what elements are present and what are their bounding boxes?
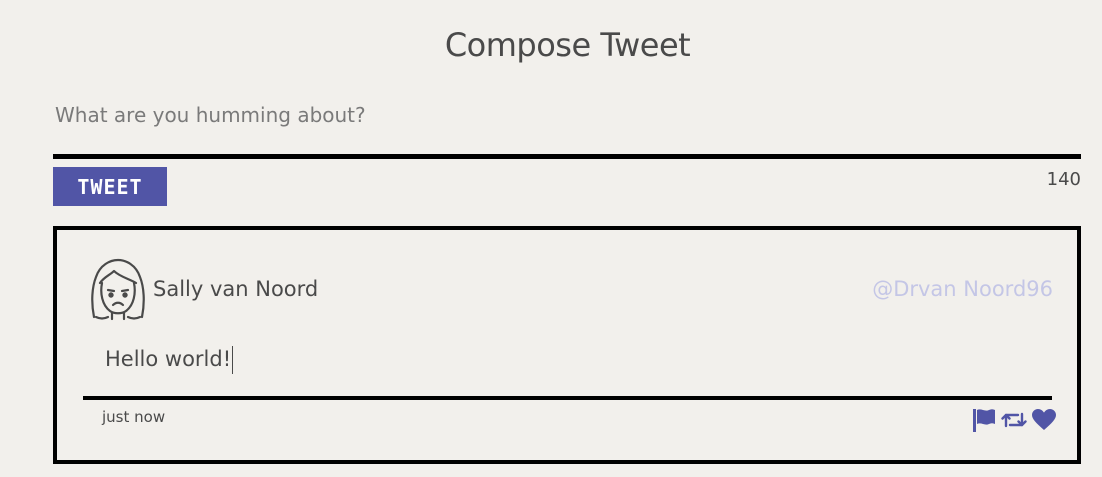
tweet-card: Sally van Noord @Drvan Noord96 Hello wor… <box>53 226 1081 464</box>
tweet-actions <box>971 408 1057 432</box>
tweet-compose-input[interactable] <box>55 95 1075 135</box>
flag-icon[interactable] <box>971 408 997 432</box>
tweet-text: Hello world! <box>105 347 232 371</box>
tweet-button[interactable]: TWEET <box>53 167 167 206</box>
retweet-icon[interactable] <box>1001 408 1027 432</box>
text-cursor <box>232 346 234 374</box>
character-count: 140 <box>1046 169 1081 190</box>
tweet-text-block: Hello world! <box>105 346 234 374</box>
compose-divider <box>53 154 1081 159</box>
woman-face-icon <box>91 258 145 321</box>
author-handle[interactable]: @Drvan Noord96 <box>872 277 1053 301</box>
author-name: Sally van Noord <box>153 277 319 301</box>
tweet-timestamp: just now <box>102 408 166 426</box>
heart-icon[interactable] <box>1031 408 1057 432</box>
tweet-divider <box>83 396 1052 400</box>
page-title: Compose Tweet <box>444 26 691 64</box>
